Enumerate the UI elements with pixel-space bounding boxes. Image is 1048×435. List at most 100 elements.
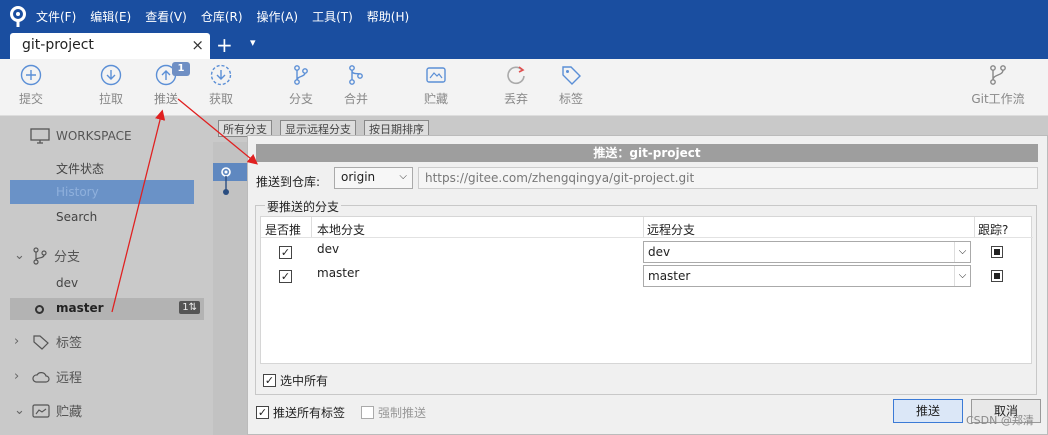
branches-label: 分支 — [54, 250, 81, 265]
remote-branch-master-select[interactable]: master ⌵ — [643, 265, 971, 287]
sidebar-section-remotes[interactable]: › 远程 — [14, 367, 82, 386]
select-all-row[interactable]: ✓ 选中所有 — [263, 372, 328, 389]
close-icon[interactable]: × — [191, 36, 204, 54]
remote-branch-dev-select[interactable]: dev ⌵ — [643, 241, 971, 263]
branch-master-label: master — [56, 301, 104, 315]
local-branch-master: master — [317, 266, 360, 280]
stash-icon — [32, 403, 50, 418]
menu-file[interactable]: 文件(F) — [36, 8, 76, 25]
ahead-behind-badge: 1⇅ — [179, 301, 200, 314]
push-dev-checkbox[interactable]: ✓ — [279, 246, 292, 259]
cloud-icon — [32, 371, 50, 383]
menu-actions[interactable]: 操作(A) — [257, 8, 299, 25]
sidebar-branch-master[interactable]: master 1⇅ — [10, 298, 204, 320]
app-logo-icon — [0, 0, 36, 33]
stash-button[interactable]: 贮藏 — [411, 64, 461, 107]
column-divider — [643, 217, 644, 237]
sidebar-section-tags[interactable]: › 标签 — [14, 332, 82, 351]
stash-label: 贮藏 — [423, 92, 448, 106]
push-label: 推送 — [153, 92, 178, 106]
remote-repo-select[interactable]: origin ⌵ — [334, 167, 413, 189]
sidebar-item-file-status[interactable]: 文件状态 — [56, 160, 104, 177]
push-to-repo-label: 推送到仓库: — [256, 175, 321, 189]
sidebar-branch-dev[interactable]: dev — [56, 276, 78, 290]
current-branch-icon — [35, 305, 44, 314]
column-divider — [311, 217, 312, 237]
chevron-down-icon: ⌄ — [14, 248, 25, 263]
push-count-badge: 1 — [172, 62, 190, 76]
column-divider — [974, 217, 975, 237]
chevron-down-icon: ⌵ — [399, 171, 407, 182]
force-push-label: 强制推送 — [378, 406, 427, 420]
tag-icon — [33, 334, 49, 350]
column-header-track: 跟踪? — [978, 223, 1009, 237]
sidebar-section-stashes[interactable]: ⌄ 贮藏 — [14, 401, 82, 420]
branch-label: 分支 — [288, 92, 313, 106]
branch-icon — [33, 246, 47, 265]
workspace-label: WORKSPACE — [56, 129, 132, 143]
push-confirm-button[interactable]: 推送 — [893, 399, 963, 423]
tab-git-project[interactable]: git-project × — [10, 33, 210, 59]
menu-bar: 文件(F) 编辑(E) 查看(V) 仓库(R) 操作(A) 工具(T) 帮助(H… — [0, 0, 1048, 33]
remotes-label: 远程 — [56, 371, 83, 386]
sidebar-item-search[interactable]: Search — [56, 210, 97, 224]
branch-button[interactable]: 分支 — [276, 64, 326, 107]
remote-repo-value: origin — [341, 170, 376, 184]
merge-label: 合并 — [343, 92, 368, 106]
push-all-tags-label: 推送所有标签 — [273, 406, 346, 420]
track-master-checkbox[interactable] — [991, 270, 1003, 282]
discard-label: 丢弃 — [503, 92, 528, 106]
commit-node-icon — [221, 167, 231, 195]
tab-strip: git-project × + ▾ — [0, 33, 1048, 59]
branches-group: 要推送的分支 是否推 本地分支 远程分支 跟踪? ✓ dev dev ⌵ ✓ m… — [255, 198, 1037, 395]
discard-icon — [507, 66, 525, 85]
menu-help[interactable]: 帮助(H) — [367, 8, 409, 25]
menu-repository[interactable]: 仓库(R) — [201, 8, 243, 25]
sidebar-item-history[interactable]: History — [10, 180, 194, 204]
local-branch-dev: dev — [317, 242, 340, 256]
remote-url-field: https://gitee.com/zhengqingya/git-projec… — [418, 167, 1038, 189]
toolbar: 提交 拉取 推送 获取 分支 合并 贮藏 丢弃 标签 Git工作流 — [0, 59, 1048, 116]
gitflow-icon — [990, 65, 1006, 85]
fetch-button[interactable]: 获取 — [196, 64, 246, 107]
commit-button[interactable]: 提交 — [6, 64, 56, 107]
discard-button[interactable]: 丢弃 — [491, 64, 541, 107]
dialog-options: ✓ 推送所有标签 强制推送 — [256, 404, 426, 421]
remote-branch-master-value: master — [648, 269, 691, 283]
stashes-label: 贮藏 — [56, 405, 83, 420]
menu-edit[interactable]: 编辑(E) — [90, 8, 131, 25]
select-all-checkbox[interactable]: ✓ — [263, 374, 276, 387]
push-dialog: 推送：git-project 推送到仓库: origin ⌵ https://g… — [247, 135, 1048, 435]
branches-group-title: 要推送的分支 — [265, 198, 342, 215]
chevron-down-icon: ⌵ — [954, 266, 970, 286]
force-push-option: 强制推送 — [361, 404, 426, 421]
pull-button[interactable]: 拉取 — [86, 64, 136, 107]
remote-branch-dev-value: dev — [648, 245, 671, 259]
tag-button[interactable]: 标签 — [546, 64, 596, 107]
fetch-icon — [210, 64, 232, 86]
chevron-down-icon: ⌵ — [954, 242, 970, 262]
push-all-tags-checkbox[interactable]: ✓ — [256, 406, 269, 419]
gitflow-label: Git工作流 — [971, 92, 1025, 106]
fetch-label: 获取 — [208, 92, 233, 106]
menu-view[interactable]: 查看(V) — [145, 8, 187, 25]
selected-commit-row[interactable] — [213, 163, 247, 195]
tag-label: 标签 — [558, 92, 583, 106]
push-master-checkbox[interactable]: ✓ — [279, 270, 292, 283]
gitflow-button[interactable]: Git工作流 — [966, 64, 1030, 107]
menu-tools[interactable]: 工具(T) — [312, 8, 353, 25]
column-header-push: 是否推 — [265, 223, 302, 237]
select-all-label: 选中所有 — [280, 374, 329, 388]
chevron-right-icon: › — [14, 369, 20, 384]
sidebar: WORKSPACE 文件状态 History Search ⌄ 分支 dev m… — [0, 116, 213, 435]
merge-icon — [349, 65, 363, 85]
add-tab-icon[interactable]: + — [216, 33, 233, 57]
sidebar-section-branches[interactable]: ⌄ 分支 — [14, 246, 80, 265]
branches-table: 是否推 本地分支 远程分支 跟踪? ✓ dev dev ⌵ ✓ master m… — [260, 216, 1033, 364]
arrow-down-circle-icon — [100, 64, 122, 86]
tag-icon — [562, 66, 581, 85]
chevron-down-icon[interactable]: ▾ — [250, 36, 256, 49]
chevron-right-icon: › — [14, 334, 20, 349]
merge-button[interactable]: 合并 — [331, 64, 381, 107]
track-dev-checkbox[interactable] — [991, 246, 1003, 258]
